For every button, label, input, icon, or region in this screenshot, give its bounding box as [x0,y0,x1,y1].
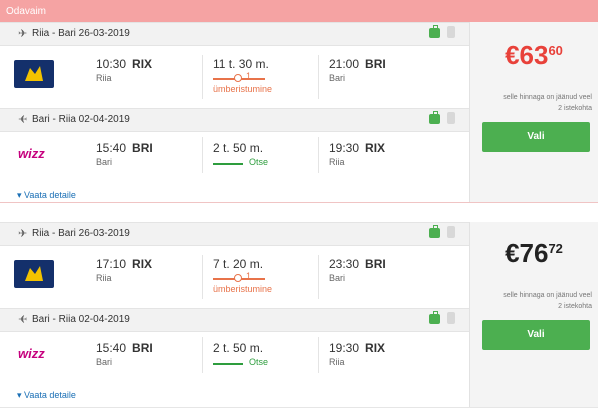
flight-segment-outbound: 17:10 RIX Riia 7 t. 20 m. 1 ümberistumine… [0,245,469,307]
duration: 7 t. 20 m. [213,257,264,271]
view-details-link[interactable]: ▾ Vaata detaile [17,390,76,401]
select-button[interactable]: Vali [482,320,590,350]
departure-time: 15:40 BRI [96,341,153,355]
cabin-bag-icon [429,311,440,324]
route-label: Bari - Riia 02-04-2019 [32,114,130,125]
plane-icon: ✈ [18,228,28,240]
divider [318,255,319,299]
checked-bag-icon [447,26,455,38]
checked-bag-icon [447,112,455,124]
card-separator [0,202,598,215]
seats-note: selle hinnaga on jäänud veel 2 istekohta [503,94,592,112]
stop-dot [234,274,242,282]
route-label: Bari - Riia 02-04-2019 [32,314,130,325]
segment-header-inbound: ✈ Bari - Riia 02-04-2019 [0,108,469,132]
divider [318,337,319,373]
departure-city: Riia [96,273,112,283]
svg-text:wizz: wizz [18,146,45,161]
flight-segment-inbound: wizz 15:40 BRI Bari 2 t. 50 m. Otse 19:30… [0,131,469,179]
arrival-time: 23:30 BRI [329,257,386,271]
segment-header-outbound: ✈ Riia - Bari 26-03-2019 [0,222,469,246]
checked-bag-icon [447,312,455,324]
cabin-bag-icon [429,111,440,124]
direct-line [213,163,243,165]
arrival-time: 21:00 BRI [329,57,386,71]
direct-label: Otse [249,357,269,367]
route-label: Riia - Bari 26-03-2019 [32,28,130,39]
departure-city: Riia [96,73,112,83]
divider [202,255,203,299]
divider [202,55,203,99]
wizzair-logo-icon: wizz [18,346,45,361]
itinerary: ✈ Riia - Bari 26-03-2019 10:30 RIX Riia 1… [0,22,470,202]
divider [318,55,319,99]
itinerary: ✈ Riia - Bari 26-03-2019 17:10 RIX Riia 7… [0,222,470,407]
departure-time: 17:10 RIX [96,257,153,271]
departure-city: Bari [96,157,113,167]
departure-time: 15:40 BRI [96,141,153,155]
price: €7672 [505,238,563,268]
plane-icon: ✈ [18,114,28,126]
stops-label: ümberistumine [213,84,273,94]
arrival-time: 19:30 RIX [329,341,386,355]
duration: 2 t. 50 m. [213,141,264,155]
divider [202,337,203,373]
stop-dot [234,74,242,82]
duration: 11 t. 30 m. [213,57,269,71]
duration: 2 t. 50 m. [213,341,264,355]
arrival-city: Bari [329,73,346,83]
stops-label: ümberistumine [213,284,273,294]
cabin-bag-icon [429,25,440,38]
price-box: €7672 selle hinnaga on jäänud veel 2 iste… [470,222,598,407]
stops-count: 1 [246,71,252,81]
seats-note: selle hinnaga on jäänud veel 2 istekohta [503,292,592,310]
arrival-city: Riia [329,157,345,167]
result-card-1: ✈ Riia - Bari 26-03-2019 10:30 RIX Riia 1… [0,22,598,203]
direct-label: Otse [249,157,269,167]
segment-header-outbound: ✈ Riia - Bari 26-03-2019 [0,22,469,46]
cheapest-label: Odavaim [6,6,47,17]
checked-bag-icon [447,226,455,238]
plane-icon: ✈ [18,314,28,326]
direct-line [213,363,243,365]
arrival-city: Riia [329,357,345,367]
ryanair-logo-icon [14,60,54,88]
divider [318,137,319,173]
wizzair-logo-icon: wizz [18,146,45,161]
view-details-link[interactable]: ▾ Vaata detaile [17,190,76,201]
svg-text:wizz: wizz [18,346,45,361]
price: €6360 [505,40,563,70]
plane-icon: ✈ [18,28,28,40]
departure-city: Bari [96,357,113,367]
segment-header-inbound: ✈ Bari - Riia 02-04-2019 [0,308,469,332]
ryanair-logo-icon [14,260,54,288]
arrival-time: 19:30 RIX [329,141,386,155]
route-label: Riia - Bari 26-03-2019 [32,228,130,239]
cheapest-banner: Odavaim [0,0,598,22]
arrival-city: Bari [329,273,346,283]
flight-segment-inbound: wizz 15:40 BRI Bari 2 t. 50 m. Otse 19:30… [0,331,469,379]
select-button[interactable]: Vali [482,122,590,152]
cabin-bag-icon [429,225,440,238]
result-card-2: ✈ Riia - Bari 26-03-2019 17:10 RIX Riia 7… [0,222,598,408]
flight-segment-outbound: 10:30 RIX Riia 11 t. 30 m. 1 ümberistumin… [0,45,469,107]
departure-time: 10:30 RIX [96,57,153,71]
price-box: €6360 selle hinnaga on jäänud veel 2 iste… [470,22,598,202]
stops-count: 1 [246,271,252,281]
divider [202,137,203,173]
